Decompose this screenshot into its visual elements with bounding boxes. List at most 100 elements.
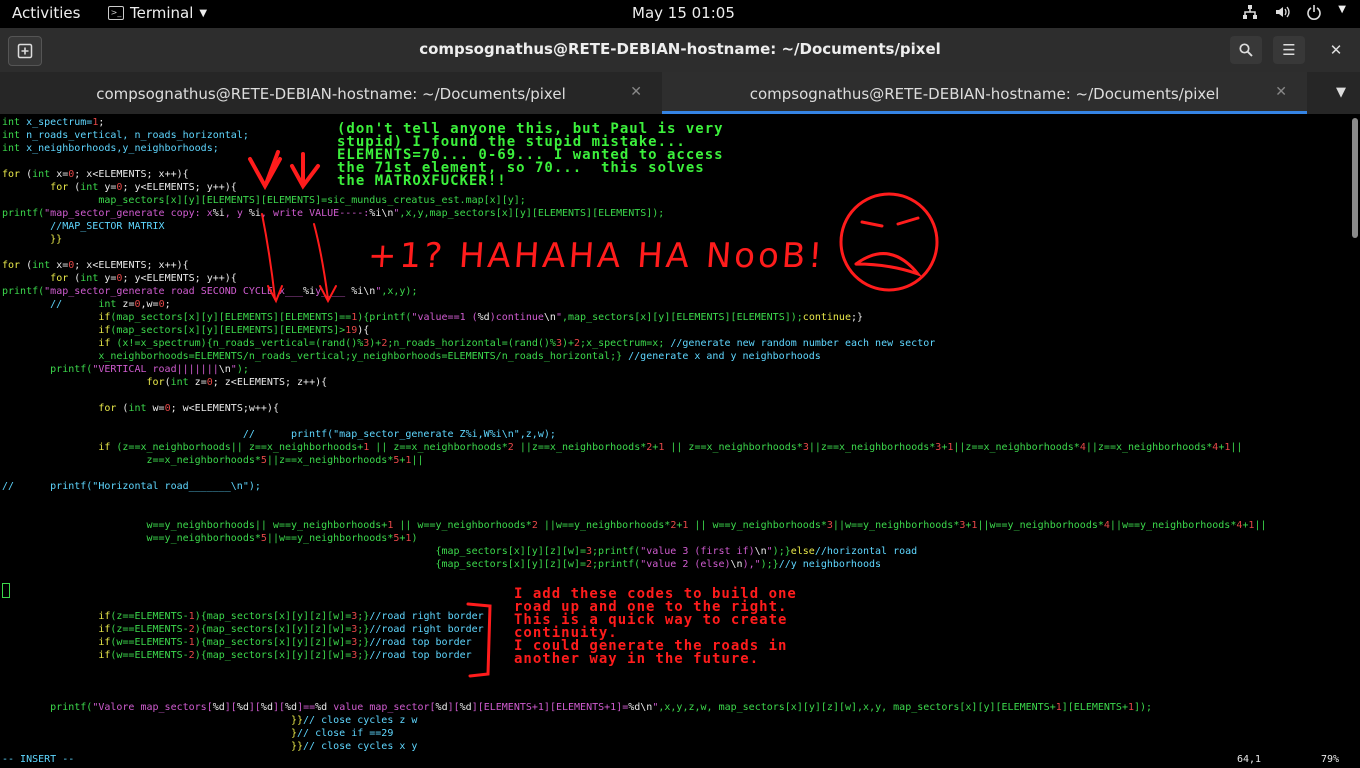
code-token: // close cycles z w [303,715,418,726]
code-token: if [98,325,111,336]
system-tray[interactable]: ▼ [1242,4,1346,24]
code-token: int [2,117,21,128]
hamburger-icon: ☰ [1282,41,1296,59]
code-token: "value==1 ( [411,312,478,323]
menu-button[interactable]: ☰ [1273,36,1305,64]
cursor-position: 64,1 [1237,754,1262,765]
arrow-icon [290,164,320,190]
scrollbar[interactable] [1352,118,1358,238]
code-token: int [2,130,21,141]
code-token: ) [411,533,418,544]
app-menu-button[interactable]: >_ Terminal ▼ [108,4,207,22]
code-line: // printf("map_sector_generate Z%i,W%i\n… [2,428,556,441]
code-token: continue [802,312,851,323]
code-token: if [98,338,111,349]
power-icon[interactable] [1306,4,1322,24]
code-line: if(z==ELEMENTS-2){map_sectors[x][y][z][w… [2,623,483,636]
network-icon[interactable] [1242,4,1258,24]
code-token: }} [2,234,63,245]
tab-list-dropdown-icon[interactable]: ▼ [1336,85,1346,100]
code-token: %i [303,286,316,297]
code-token: value map_sector[ [327,702,436,713]
code-line: if(map_sectors[x][y][ELEMENTS][ELEMENTS]… [2,324,369,337]
code-line: for (int y=0; y<ELEMENTS; y++){ [2,272,237,285]
code-line: for(int z=0; z<ELEMENTS; z++){ [2,376,328,389]
code-token: ||z==x_neighborhoods* [266,455,394,466]
code-token: if [98,442,111,453]
code-line: if(w==ELEMENTS-2){map_sectors[x][y][z][w… [2,649,472,662]
code-token: printf( [2,364,93,375]
code-token: %i\n [369,208,394,219]
code-token: z= [116,299,135,310]
code-line: if(z==ELEMENTS-1){map_sectors[x][y][z][w… [2,610,483,623]
code-token: ;} [357,637,370,648]
code-token: y= [98,182,117,193]
code-token: ][ELEMENTS+ [1061,702,1128,713]
code-token: w= [146,403,165,414]
code-token: // printf("Horizontal road_______\n"); [2,481,261,492]
code-token: "Valore map_sectors[ [92,702,213,713]
caret-down-icon[interactable]: ▼ [1338,4,1346,24]
code-token: x= [50,169,69,180]
code-token: ; [164,299,171,310]
code-token: int [80,273,99,284]
tab-bar: compsognathus@RETE-DEBIAN-hostname: ~/Do… [0,72,1360,114]
code-token: int [80,182,99,193]
code-token: (z==ELEMENTS- [110,624,189,635]
code-token: ){map_sectors[x][y][z][w]= [194,650,352,661]
activities-button[interactable]: Activities [12,4,80,22]
code-token: (z==x_neighborhoods|| z==x_neighborhoods… [110,442,364,453]
code-line: // int z=0,w=0; [2,298,171,311]
code-token: "map_sector_generate road SECOND CYCLE x… [44,286,304,297]
tab-2[interactable]: compsognathus@RETE-DEBIAN-hostname: ~/Do… [662,72,1307,114]
code-line: printf("VERTICAL road|||||||\n"); [2,363,249,376]
volume-icon[interactable] [1274,4,1290,24]
search-button[interactable] [1230,36,1262,64]
code-token: } [2,728,298,739]
code-token: )+ [369,338,382,349]
code-token: ||w==y_neighborhoods* [977,520,1104,531]
code-token: ||w==y_neighborhoods* [537,520,671,531]
close-tab-icon[interactable]: ✕ [1275,84,1287,100]
tab-1[interactable]: compsognathus@RETE-DEBIAN-hostname: ~/Do… [0,72,662,114]
code-token: "VERTICAL road||||||| [92,364,219,375]
code-line: x_neighborhoods=ELEMENTS/n_roads_vertica… [2,350,820,363]
code-token: ( [20,169,33,180]
terminal-content[interactable]: int x_spectrum=1; int n_roads_vertical, n… [0,114,1360,768]
code-token: ( [68,182,81,193]
code-line: int x_neighborhoods,y_neighborhoods; [2,142,219,155]
code-token: ||z==x_neighborhoods* [953,442,1080,453]
code-token: "map_sector_generate copy: x [44,208,213,219]
code-token: ; w<ELEMENTS;w++){ [170,403,279,414]
code-token: int [32,260,51,271]
code-token: , write VALUE----: [260,208,370,219]
close-window-button[interactable]: ✕ [1320,36,1352,64]
code-token: || z==x_neighborhoods* [664,442,803,453]
close-tab-icon[interactable]: ✕ [630,84,642,100]
code-token: int [32,169,51,180]
code-token: int [2,143,21,154]
clock[interactable]: May 15 01:05 [632,4,735,22]
tab-label: compsognathus@RETE-DEBIAN-hostname: ~/Do… [749,85,1220,103]
code-line: printf("Valore map_sectors[%d][%d][%d][%… [2,701,1152,714]
code-line: for (int x=0; x<ELEMENTS; x++){ [2,259,189,272]
code-token: ;} [850,312,864,323]
code-token: int [170,377,189,388]
handwritten-text: +1? HAHAHA HA NooB! [366,236,827,276]
code-token: ){map_sectors[x][y][z][w]= [194,611,352,622]
code-token: ||w==y_neighborhoods* [832,520,960,531]
code-token: ,map_sectors[x][y][ELEMENTS][ELEMENTS]); [561,312,803,323]
code-token: ][ [224,702,237,713]
code-token: || [411,455,424,466]
code-token: ; z<ELEMENTS; z++){ [212,377,328,388]
code-token: ( [20,260,33,271]
code-token: %d [212,702,225,713]
code-line: if(w==ELEMENTS-1){map_sectors[x][y][z][w… [2,636,471,649]
code-token: //road top border [369,650,472,661]
code-token: //horizontal road [814,546,918,557]
code-token: {map_sectors[x][y][z][w]= [2,559,586,570]
code-token: ,x,y,map_sectors[x][y][ELEMENTS][ELEMENT… [399,208,665,219]
code-token: || w==y_neighborhoods* [688,520,827,531]
close-icon: ✕ [1329,41,1343,59]
